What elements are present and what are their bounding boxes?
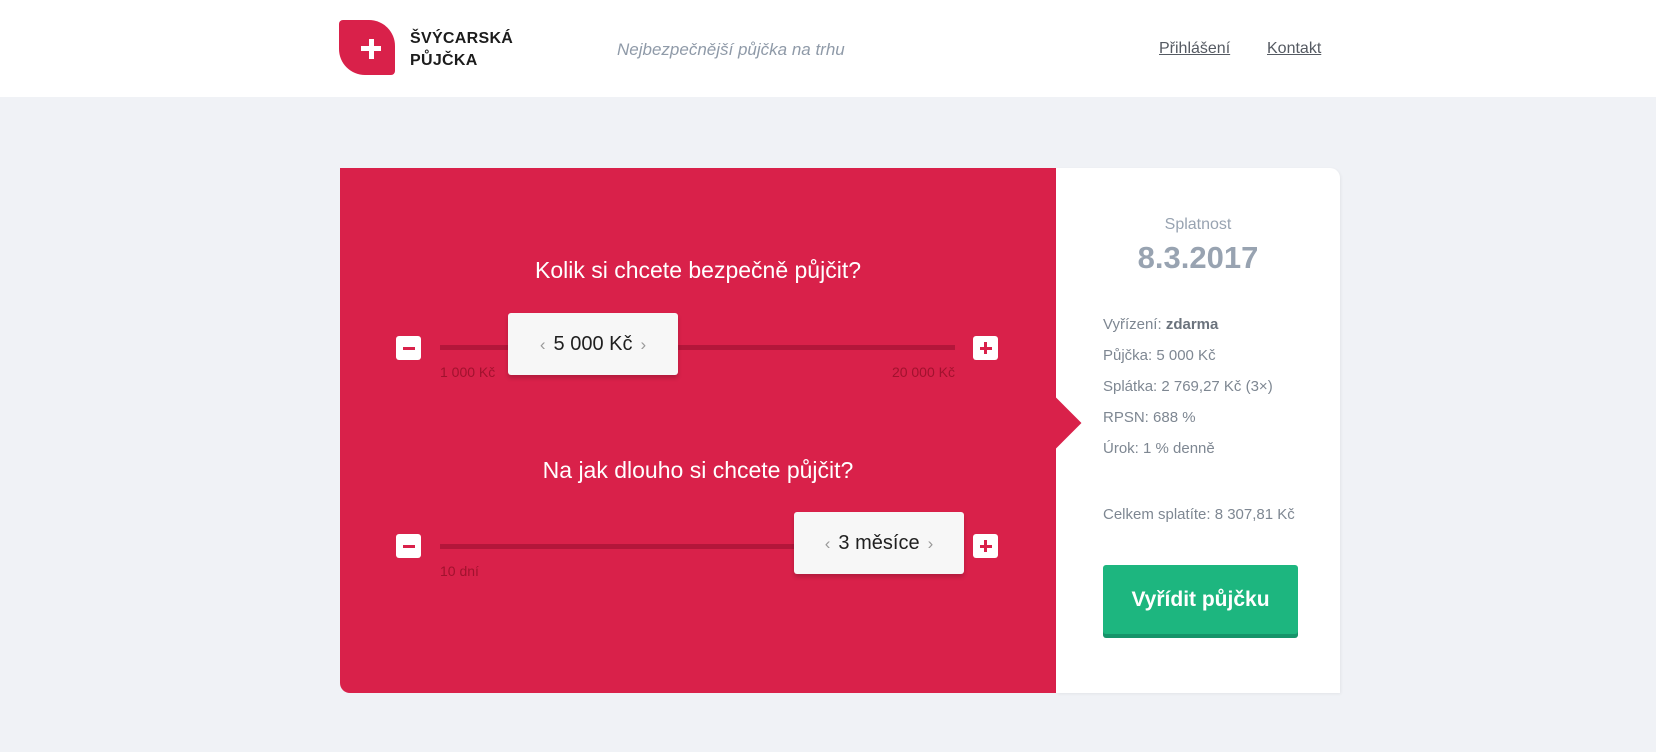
nav-contact-link[interactable]: Kontakt [1267,40,1321,58]
minus-icon [402,544,415,548]
minus-icon [402,346,415,350]
due-date: 8.3.2017 [1137,240,1259,275]
duration-slider-handle[interactable]: ‹ 3 měsíce › [794,512,964,574]
duration-decrease-button[interactable] [396,534,421,558]
brand-line-1: ŠVÝCARSKÁ [410,30,514,47]
chevron-right-icon: › [927,534,934,553]
amount-increase-button[interactable] [973,336,998,360]
chevron-left-icon: ‹ [824,534,831,553]
tagline: Nejbezpečnější půjčka na trhu [617,40,845,59]
chevron-left-icon: ‹ [539,335,546,354]
apply-loan-button[interactable]: Vyřídit půjčku [1103,565,1298,634]
duration-min-label: 10 dní [440,563,479,579]
interest-line: Úrok: 1 % denně [1103,440,1215,457]
duration-question: Na jak dlouho si chcete půjčit? [542,457,854,483]
loan-calculator: Kolik si chcete bezpečně půjčit? 1 000 K… [340,168,1056,693]
duration-increase-button[interactable] [973,534,998,558]
logo-plus-icon[interactable] [339,20,395,75]
chevron-right-icon: › [640,335,647,354]
amount-decrease-button[interactable] [396,336,421,360]
brand-name[interactable]: ŠVÝCARSKÁ PŮJČKA [410,28,513,72]
site-header: ŠVÝCARSKÁ PŮJČKA Nejbezpečnější půjčka n… [0,0,1656,97]
total-line: Celkem splatíte: 8 307,81 Kč [1103,506,1295,523]
due-label: Splatnost [1164,216,1232,233]
loan-summary-panel: Splatnost 8.3.2017 Vyřízení: zdarma Půjč… [1030,168,1340,693]
rpsn-line: RPSN: 688 % [1103,409,1196,426]
amount-value: 5 000 Kč [553,333,633,355]
brand-line-2: PŮJČKA [410,52,478,69]
amount-question: Kolik si chcete bezpečně půjčit? [534,257,862,283]
processing-label: Vyřízení: [1103,316,1162,333]
installment-line: Splátka: 2 769,27 Kč (3×) [1103,378,1273,395]
amount-max-label: 20 000 Kč [891,364,955,380]
loan-amount-line: Půjčka: 5 000 Kč [1103,347,1216,364]
processing-line: Vyřízení: zdarma [1103,316,1218,333]
duration-value: 3 měsíce [838,532,920,554]
amount-slider-handle[interactable]: ‹ 5 000 Kč › [508,313,678,375]
nav-login-link[interactable]: Přihlášení [1159,40,1230,58]
amount-min-label: 1 000 Kč [440,364,496,380]
processing-value: zdarma [1165,316,1219,333]
